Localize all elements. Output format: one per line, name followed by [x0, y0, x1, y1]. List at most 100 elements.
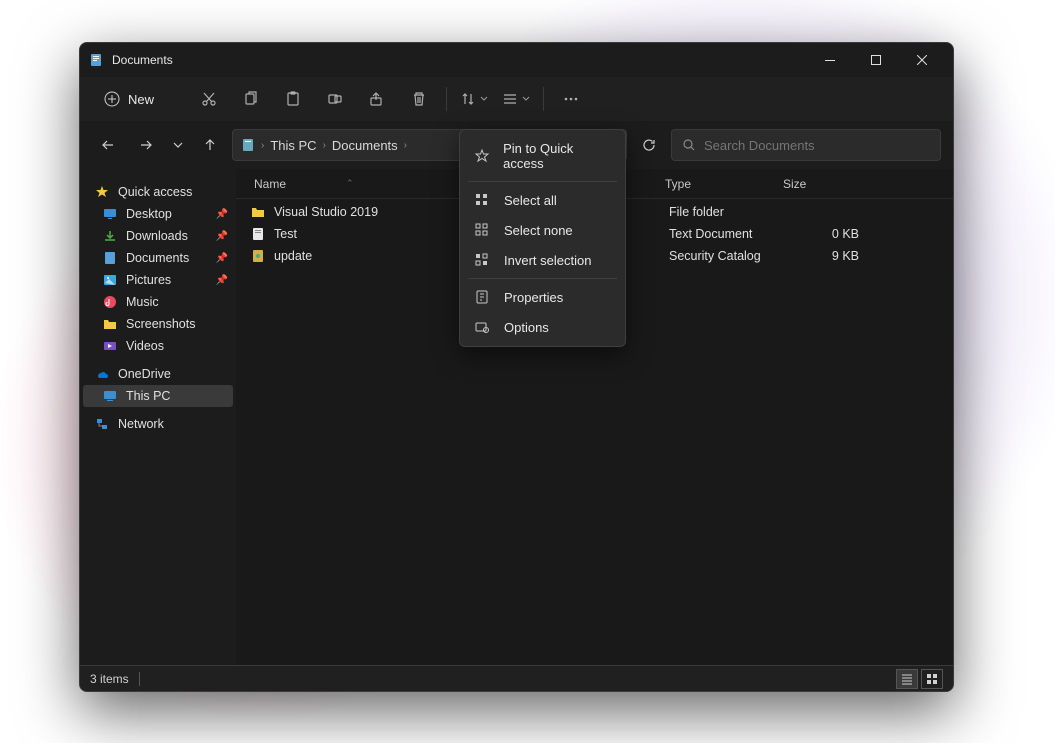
sidebar-label: Screenshots: [126, 317, 195, 331]
menu-label: Pin to Quick access: [503, 141, 611, 171]
delete-button[interactable]: [400, 81, 438, 117]
pc-icon: [102, 388, 118, 404]
new-button[interactable]: New: [92, 85, 166, 113]
menu-label: Invert selection: [504, 253, 591, 268]
document-icon: [88, 52, 104, 68]
sidebar-item-music[interactable]: Music: [80, 291, 236, 313]
pin-icon: 📌: [216, 253, 228, 264]
music-icon: [102, 294, 118, 310]
sidebar-item-pictures[interactable]: Pictures 📌: [80, 269, 236, 291]
menu-invert-selection[interactable]: Invert selection: [464, 245, 621, 275]
menu-label: Properties: [504, 290, 563, 305]
sidebar-item-videos[interactable]: Videos: [80, 335, 236, 357]
folder-icon: [102, 316, 118, 332]
file-type: Text Document: [669, 227, 789, 241]
history-dropdown[interactable]: [168, 129, 188, 161]
text-file-icon: [250, 226, 266, 242]
context-menu: Pin to Quick access Select all Select no…: [459, 129, 626, 347]
forward-button[interactable]: [130, 129, 162, 161]
menu-options[interactable]: Options: [464, 312, 621, 342]
sidebar-label: This PC: [126, 389, 170, 403]
copy-button[interactable]: [232, 81, 270, 117]
column-name[interactable]: Name⌃: [236, 177, 412, 191]
more-button[interactable]: [552, 81, 590, 117]
refresh-button[interactable]: [633, 129, 665, 161]
sidebar-onedrive[interactable]: OneDrive: [80, 363, 236, 385]
menu-properties[interactable]: Properties: [464, 282, 621, 312]
sidebar-quick-access[interactable]: Quick access: [80, 181, 236, 203]
pin-icon: 📌: [216, 231, 228, 242]
catalog-icon: [250, 248, 266, 264]
menu-label: Select none: [504, 223, 573, 238]
videos-icon: [102, 338, 118, 354]
file-size: 9 KB: [789, 249, 859, 263]
thumbnails-view-button[interactable]: [921, 669, 943, 689]
details-view-button[interactable]: [896, 669, 918, 689]
folder-icon: [250, 204, 266, 220]
breadcrumb-documents[interactable]: Documents: [332, 138, 398, 153]
properties-icon: [474, 289, 490, 305]
sidebar: Quick access Desktop 📌 Downloads 📌 Documen…: [80, 169, 236, 665]
window-title: Documents: [112, 53, 807, 67]
pin-icon: 📌: [216, 209, 228, 220]
select-all-icon: [474, 192, 490, 208]
chevron-right-icon: ›: [404, 140, 407, 151]
column-type[interactable]: Type: [657, 177, 775, 191]
menu-pin-to-quick-access[interactable]: Pin to Quick access: [464, 134, 621, 178]
sidebar-label: Network: [118, 417, 164, 431]
item-count: 3 items: [90, 672, 129, 686]
download-icon: [102, 228, 118, 244]
pictures-icon: [102, 272, 118, 288]
sidebar-label: Desktop: [126, 207, 172, 221]
sidebar-item-desktop[interactable]: Desktop 📌: [80, 203, 236, 225]
sidebar-item-documents[interactable]: Documents 📌: [80, 247, 236, 269]
menu-select-all[interactable]: Select all: [464, 185, 621, 215]
close-button[interactable]: [899, 43, 945, 77]
sidebar-label: Videos: [126, 339, 164, 353]
pin-icon: 📌: [216, 275, 228, 286]
menu-label: Select all: [504, 193, 557, 208]
column-size[interactable]: Size: [775, 177, 853, 191]
network-icon: [94, 416, 110, 432]
file-type: Security Catalog: [669, 249, 789, 263]
status-bar: 3 items: [80, 665, 953, 691]
sidebar-network[interactable]: Network: [80, 413, 236, 435]
sidebar-this-pc[interactable]: This PC: [83, 385, 233, 407]
document-icon: [102, 250, 118, 266]
paste-button[interactable]: [274, 81, 312, 117]
share-button[interactable]: [358, 81, 396, 117]
invert-icon: [474, 252, 490, 268]
rename-button[interactable]: [316, 81, 354, 117]
search-box[interactable]: [671, 129, 941, 161]
back-button[interactable]: [92, 129, 124, 161]
sidebar-label: Pictures: [126, 273, 171, 287]
sidebar-label: OneDrive: [118, 367, 171, 381]
cloud-icon: [94, 366, 110, 382]
sidebar-item-downloads[interactable]: Downloads 📌: [80, 225, 236, 247]
chevron-up-icon: ⌃: [346, 178, 354, 189]
sidebar-label: Downloads: [126, 229, 188, 243]
sidebar-label: Quick access: [118, 185, 192, 199]
up-button[interactable]: [194, 129, 226, 161]
chevron-right-icon: ›: [323, 140, 326, 151]
sidebar-label: Documents: [126, 251, 189, 265]
document-icon: [241, 138, 255, 152]
menu-select-none[interactable]: Select none: [464, 215, 621, 245]
cut-button[interactable]: [190, 81, 228, 117]
options-icon: [474, 319, 490, 335]
star-icon: [94, 184, 110, 200]
sort-button[interactable]: [455, 81, 493, 117]
new-button-label: New: [128, 92, 154, 107]
minimize-button[interactable]: [807, 43, 853, 77]
menu-label: Options: [504, 320, 549, 335]
breadcrumb-this-pc[interactable]: This PC: [270, 138, 316, 153]
sidebar-item-screenshots[interactable]: Screenshots: [80, 313, 236, 335]
view-button[interactable]: [497, 81, 535, 117]
search-input[interactable]: [704, 138, 930, 153]
star-icon: [474, 148, 489, 164]
toolbar: New: [80, 77, 953, 121]
maximize-button[interactable]: [853, 43, 899, 77]
chevron-right-icon: ›: [261, 140, 264, 151]
file-size: 0 KB: [789, 227, 859, 241]
titlebar: Documents: [80, 43, 953, 77]
